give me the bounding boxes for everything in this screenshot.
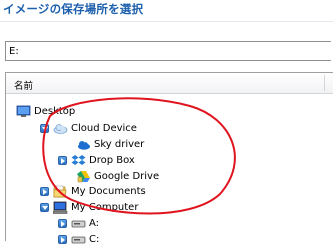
expand-toggle-icon[interactable]: [58, 155, 67, 165]
drive-icon: [71, 236, 86, 243]
computer-icon: [53, 201, 68, 214]
expand-toggle-icon[interactable]: [40, 202, 49, 212]
desktop-icon: [16, 105, 31, 117]
tree-item-google-drive[interactable]: Google Drive: [76, 168, 159, 184]
tree-item-label: Desktop: [34, 105, 76, 117]
tree-item-label: C:: [89, 233, 100, 245]
tree-item-my-computer[interactable]: My Computer: [40, 199, 138, 215]
tree-item-my-documents[interactable]: My Documents: [40, 183, 146, 199]
documents-folder-icon: [53, 185, 67, 197]
drive-icon: [71, 220, 86, 227]
expand-toggle-icon[interactable]: [58, 218, 67, 228]
tree-item-label: My Computer: [71, 201, 139, 213]
dropbox-icon: [71, 154, 86, 165]
tree-item-drive-a[interactable]: A:: [58, 215, 99, 231]
tree-item-label: Cloud Device: [71, 122, 137, 134]
tree-item-drive-c[interactable]: C:: [58, 231, 99, 247]
expand-toggle-icon[interactable]: [40, 123, 49, 133]
title-divider: [0, 21, 333, 22]
path-input[interactable]: [5, 41, 331, 61]
dialog-title: イメージの保存場所を選択: [3, 2, 144, 16]
expand-toggle-icon[interactable]: [58, 234, 67, 244]
tree-item-label: Drop Box: [89, 154, 135, 166]
name-column-header[interactable]: 名前: [6, 73, 333, 94]
folder-tree[interactable]: 名前 Desktop Cloud Device Sky driver Drop …: [5, 72, 333, 245]
column-label: 名前: [14, 81, 34, 92]
tree-item-label: Google Drive: [94, 170, 160, 182]
tree-item-label: A:: [89, 217, 100, 229]
tree-item-drop-box[interactable]: Drop Box: [58, 152, 135, 168]
tree-item-cloud-device[interactable]: Cloud Device: [40, 120, 137, 136]
tree-item-sky-driver[interactable]: Sky driver: [76, 136, 144, 152]
column-separator: [324, 75, 325, 91]
skydrive-cloud-icon: [78, 140, 90, 150]
google-drive-icon: [77, 170, 90, 182]
tree-item-desktop[interactable]: Desktop: [16, 103, 75, 119]
cloud-icon: [53, 123, 68, 134]
expand-toggle-icon[interactable]: [40, 186, 49, 196]
tree-item-label: Sky driver: [94, 138, 145, 150]
tree-item-label: My Documents: [71, 185, 146, 197]
